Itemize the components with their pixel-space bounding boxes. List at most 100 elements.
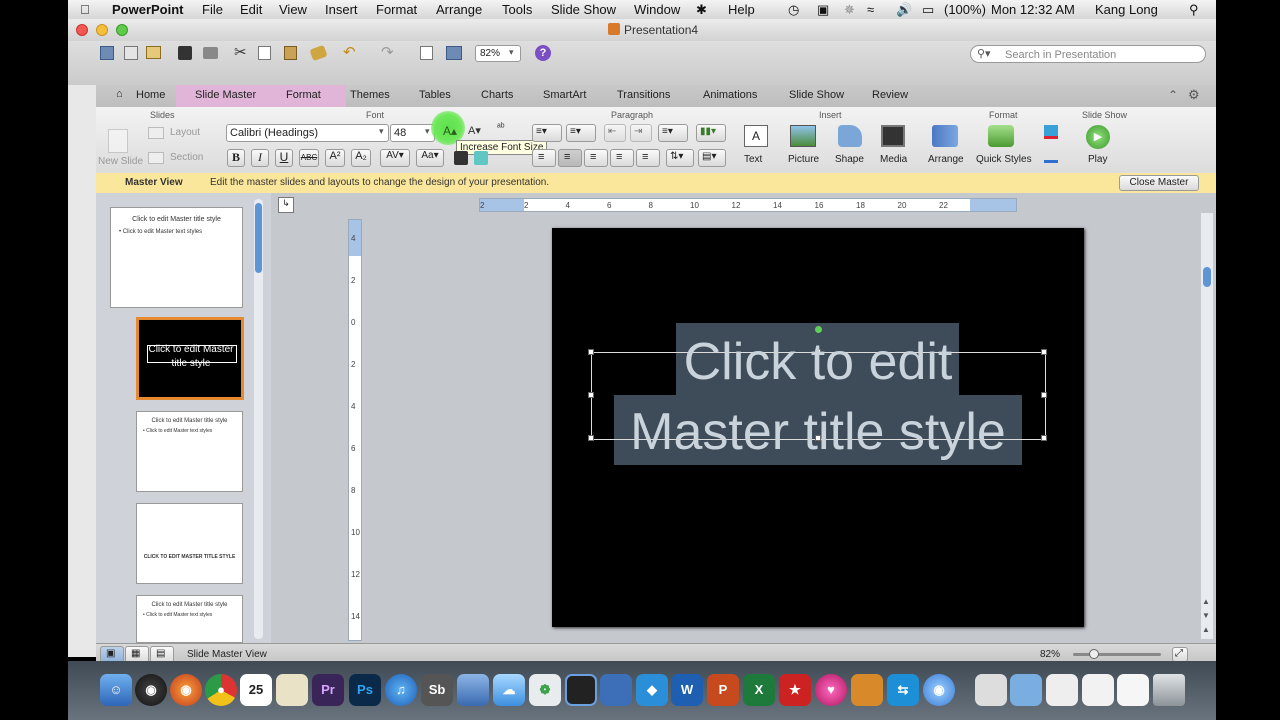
quick-styles-label[interactable]: Quick Styles: [976, 154, 1032, 165]
thumbnail-layout-5[interactable]: Click to edit Master title style • Click…: [136, 595, 243, 643]
line-color-icon[interactable]: [1044, 151, 1058, 163]
slide-scroll-thumb[interactable]: [1203, 267, 1211, 287]
applications-folder-icon[interactable]: [1010, 674, 1042, 706]
menu-slide-show[interactable]: Slide Show: [551, 2, 616, 17]
text-box-icon[interactable]: A: [744, 125, 768, 147]
bold-button[interactable]: B: [227, 149, 245, 167]
tab-tables[interactable]: Tables: [419, 89, 451, 101]
volume-icon[interactable]: 🔊: [896, 2, 912, 18]
text-direction-button[interactable]: ⇅▾: [666, 149, 694, 167]
menu-user[interactable]: Kang Long: [1095, 2, 1158, 17]
font-size-select[interactable]: 48 ▾: [390, 124, 435, 142]
tab-charts[interactable]: Charts: [481, 89, 513, 101]
play-label[interactable]: Play: [1088, 154, 1107, 165]
superscript-button[interactable]: A²: [325, 149, 345, 167]
tab-smartart[interactable]: SmartArt: [543, 89, 586, 101]
insert-media-label[interactable]: Media: [880, 154, 907, 165]
dashboard-icon[interactable]: ◉: [135, 674, 167, 706]
powerpoint-icon[interactable]: P: [707, 674, 739, 706]
section-label[interactable]: Section: [170, 152, 203, 163]
vertical-ruler[interactable]: 4 2 0 2 4 6 8 10 12 14: [348, 219, 362, 641]
itunes-icon[interactable]: ♫: [385, 674, 417, 706]
increase-font-size-icon[interactable]: A▴: [443, 124, 457, 138]
menu-tools[interactable]: Tools: [502, 2, 532, 17]
soundbooth-icon[interactable]: Sb: [421, 674, 453, 706]
font-name-select[interactable]: Calibri (Headings) ▾: [226, 124, 389, 142]
downloads-icon[interactable]: [1046, 674, 1078, 706]
photoshop-icon[interactable]: Ps: [349, 674, 381, 706]
thumbnail-title-layout[interactable]: Click to edit Master title style: [136, 317, 244, 400]
quick-styles-icon[interactable]: [988, 125, 1014, 147]
cloud-icon[interactable]: ☁: [493, 674, 525, 706]
cut-icon[interactable]: ✂: [234, 43, 247, 61]
distributed-button[interactable]: ≡: [636, 149, 660, 167]
file-icon[interactable]: [1082, 674, 1114, 706]
menu-clock[interactable]: Mon 12:32 AM: [991, 2, 1075, 17]
underline-button[interactable]: U: [275, 149, 293, 167]
tablet-icon[interactable]: [600, 674, 632, 706]
zoom-slider[interactable]: [1073, 649, 1161, 659]
align-right-button[interactable]: ≡: [584, 149, 608, 167]
redo-icon[interactable]: ↷: [381, 43, 394, 61]
text-highlight-icon[interactable]: [454, 151, 468, 165]
layout-label[interactable]: Layout: [170, 127, 200, 138]
media-icon[interactable]: [881, 125, 905, 147]
toolbox-icon[interactable]: [446, 46, 462, 60]
strikethrough-button[interactable]: ABC: [299, 149, 319, 167]
insert-picture-label[interactable]: Picture: [788, 154, 819, 165]
fit-to-window-button[interactable]: ⤢: [1172, 647, 1188, 662]
display-icon[interactable]: ▣: [817, 2, 829, 18]
zoom-slider-thumb[interactable]: [1089, 649, 1099, 659]
new-slide-icon[interactable]: [108, 129, 128, 153]
minimize-window-icon[interactable]: [96, 24, 108, 36]
time-machine-icon[interactable]: ◷: [788, 2, 799, 18]
thumbnail-scroll-thumb[interactable]: [255, 203, 262, 273]
section-icon[interactable]: [148, 152, 164, 164]
tab-slide-master[interactable]: Slide Master: [195, 89, 256, 101]
trash-icon[interactable]: [1153, 674, 1185, 706]
evernote-icon[interactable]: ❁: [529, 674, 561, 706]
scroll-up-icon[interactable]: ▲: [1202, 597, 1210, 606]
font-color-icon[interactable]: [474, 151, 488, 165]
thumbnail-scrollbar[interactable]: [254, 199, 263, 639]
script-menu-icon[interactable]: ✱: [696, 2, 707, 18]
calendar-icon[interactable]: 25: [240, 674, 272, 706]
window-icon[interactable]: [1117, 674, 1149, 706]
excel-icon[interactable]: X: [743, 674, 775, 706]
insert-text-label[interactable]: Text: [744, 154, 762, 165]
finder-icon[interactable]: ☺: [100, 674, 132, 706]
close-window-icon[interactable]: [76, 24, 88, 36]
menu-view[interactable]: View: [279, 2, 307, 17]
document-stack-icon[interactable]: [975, 674, 1007, 706]
zoom-select[interactable]: 82% ▾: [475, 45, 521, 62]
premiere-icon[interactable]: Pr: [312, 674, 344, 706]
print-icon[interactable]: [203, 47, 218, 59]
presentation-icon[interactable]: [851, 674, 883, 706]
tab-animations[interactable]: Animations: [703, 89, 757, 101]
tab-transitions[interactable]: Transitions: [617, 89, 670, 101]
firefox-icon[interactable]: ◉: [170, 674, 202, 706]
format-painter-icon[interactable]: [309, 44, 328, 62]
horizontal-ruler[interactable]: 2 2 4 6 8 10 12 14 16 18 20 22: [479, 198, 1017, 212]
sidebar-toggle-icon[interactable]: [420, 46, 433, 60]
arrange-label[interactable]: Arrange: [928, 154, 964, 165]
play-icon[interactable]: ▶: [1086, 125, 1110, 149]
app-icon[interactable]: [457, 674, 489, 706]
menu-edit[interactable]: Edit: [240, 2, 262, 17]
justify-button[interactable]: ≡: [610, 149, 634, 167]
ruler-origin-icon[interactable]: ↳: [278, 197, 294, 213]
thumbnail-layout-4[interactable]: CLICK TO EDIT MASTER TITLE STYLE: [136, 503, 243, 584]
menu-help[interactable]: Help: [728, 2, 755, 17]
menu-insert[interactable]: Insert: [325, 2, 358, 17]
slide-scrollbar[interactable]: ▲ ▼ ▲: [1201, 213, 1213, 639]
bullets-button[interactable]: ≡▾: [532, 124, 562, 142]
help-icon[interactable]: ?: [535, 45, 551, 61]
network-icon[interactable]: ◉: [923, 674, 955, 706]
tab-review[interactable]: Review: [872, 89, 908, 101]
apple-icon[interactable]: : [80, 2, 90, 17]
gallery-icon[interactable]: [100, 46, 114, 60]
layout-icon[interactable]: [148, 127, 164, 139]
tab-format[interactable]: Format: [286, 89, 321, 101]
preview-icon[interactable]: [276, 674, 308, 706]
close-master-button[interactable]: Close Master: [1119, 175, 1199, 191]
